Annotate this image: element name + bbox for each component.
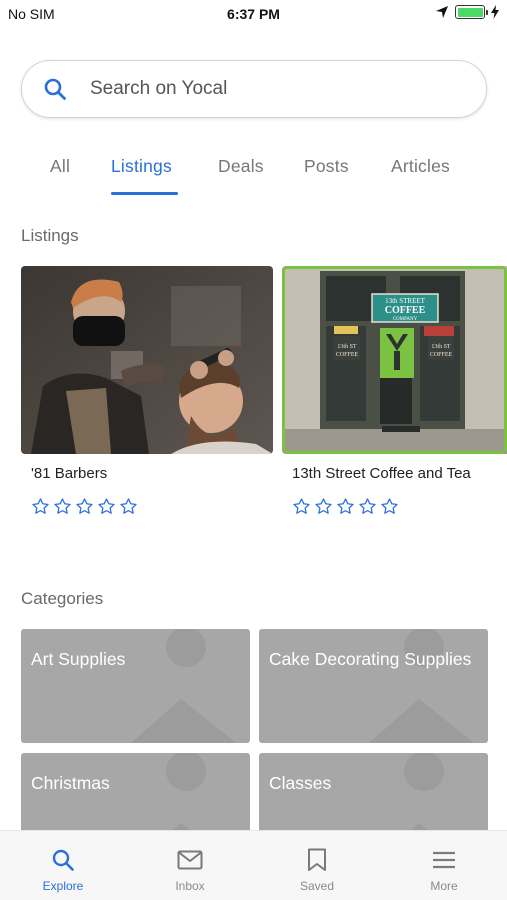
listing-photo[interactable]: 13th STREET COFFEE COMPANY 13th ST COFFE…	[282, 266, 507, 454]
bottom-nav-bar: Explore Inbox Saved More	[0, 830, 507, 900]
star-icon	[98, 498, 115, 514]
star-rating	[292, 497, 507, 516]
nav-label: More	[430, 879, 458, 893]
category-label: Art Supplies	[31, 649, 126, 669]
listings-section-title: Listings	[21, 226, 79, 245]
image-placeholder-icon	[369, 629, 474, 743]
svg-text:COFFEE: COFFEE	[336, 352, 359, 358]
charging-bolt-icon	[491, 5, 499, 19]
tab-bar: All Listings Deals Posts Articles	[0, 148, 507, 198]
star-rating	[31, 497, 273, 516]
coffee-sign-line: COFFEE	[385, 305, 426, 316]
tab-deals[interactable]: Deals	[218, 156, 264, 177]
category-tile-cake-decorating[interactable]: Cake Decorating Supplies	[259, 629, 488, 743]
nav-inbox[interactable]: Inbox	[127, 831, 253, 900]
star-icon	[293, 498, 310, 514]
search-bar[interactable]	[21, 60, 487, 118]
svg-text:COFFEE: COFFEE	[430, 352, 453, 358]
location-arrow-icon	[436, 6, 448, 18]
star-icon	[359, 498, 376, 514]
menu-icon	[431, 847, 457, 873]
star-icon	[120, 498, 137, 514]
listing-name[interactable]: 13th Street Coffee and Tea	[292, 465, 507, 482]
star-icon	[76, 498, 93, 514]
clock: 6:37 PM	[227, 6, 280, 22]
nav-saved[interactable]: Saved	[254, 831, 380, 900]
category-label: Christmas	[31, 773, 110, 793]
listing-card[interactable]: 13th STREET COFFEE COMPANY 13th ST COFFE…	[282, 266, 507, 516]
status-bar: No SIM 6:37 PM	[0, 0, 507, 28]
category-tile-art-supplies[interactable]: Art Supplies	[21, 629, 250, 743]
nav-label: Inbox	[175, 879, 205, 893]
search-icon	[42, 76, 68, 102]
mail-icon	[177, 847, 203, 873]
svg-text:13th ST: 13th ST	[337, 344, 357, 350]
category-label: Classes	[269, 773, 332, 793]
listing-card[interactable]: '81 Barbers	[21, 266, 273, 516]
nav-more[interactable]: More	[381, 831, 507, 900]
listing-photo[interactable]	[21, 266, 273, 454]
star-icon	[381, 498, 398, 514]
battery-icon	[455, 5, 488, 19]
nav-explore[interactable]: Explore	[0, 831, 126, 900]
star-icon	[337, 498, 354, 514]
svg-text:13th ST: 13th ST	[431, 344, 451, 350]
category-label: Cake Decorating Supplies	[269, 649, 472, 669]
search-icon	[50, 847, 76, 873]
image-placeholder-icon	[131, 629, 236, 743]
tab-listings[interactable]: Listings	[111, 156, 172, 177]
coffee-sign-line: COMPANY	[393, 317, 418, 322]
categories-section-title: Categories	[21, 589, 104, 608]
star-icon	[32, 498, 49, 514]
tab-articles[interactable]: Articles	[391, 156, 450, 177]
tab-all[interactable]: All	[50, 156, 70, 177]
active-tab-indicator	[111, 192, 178, 195]
coffee-sign-line: 13th STREET	[385, 297, 426, 305]
nav-label: Explore	[42, 879, 84, 893]
search-input[interactable]	[90, 78, 450, 100]
nav-label: Saved	[299, 879, 335, 893]
star-icon	[315, 498, 332, 514]
star-icon	[54, 498, 71, 514]
bookmark-icon	[304, 847, 330, 873]
tab-posts[interactable]: Posts	[304, 156, 349, 177]
listing-name[interactable]: '81 Barbers	[31, 465, 273, 482]
status-indicators	[435, 5, 499, 19]
